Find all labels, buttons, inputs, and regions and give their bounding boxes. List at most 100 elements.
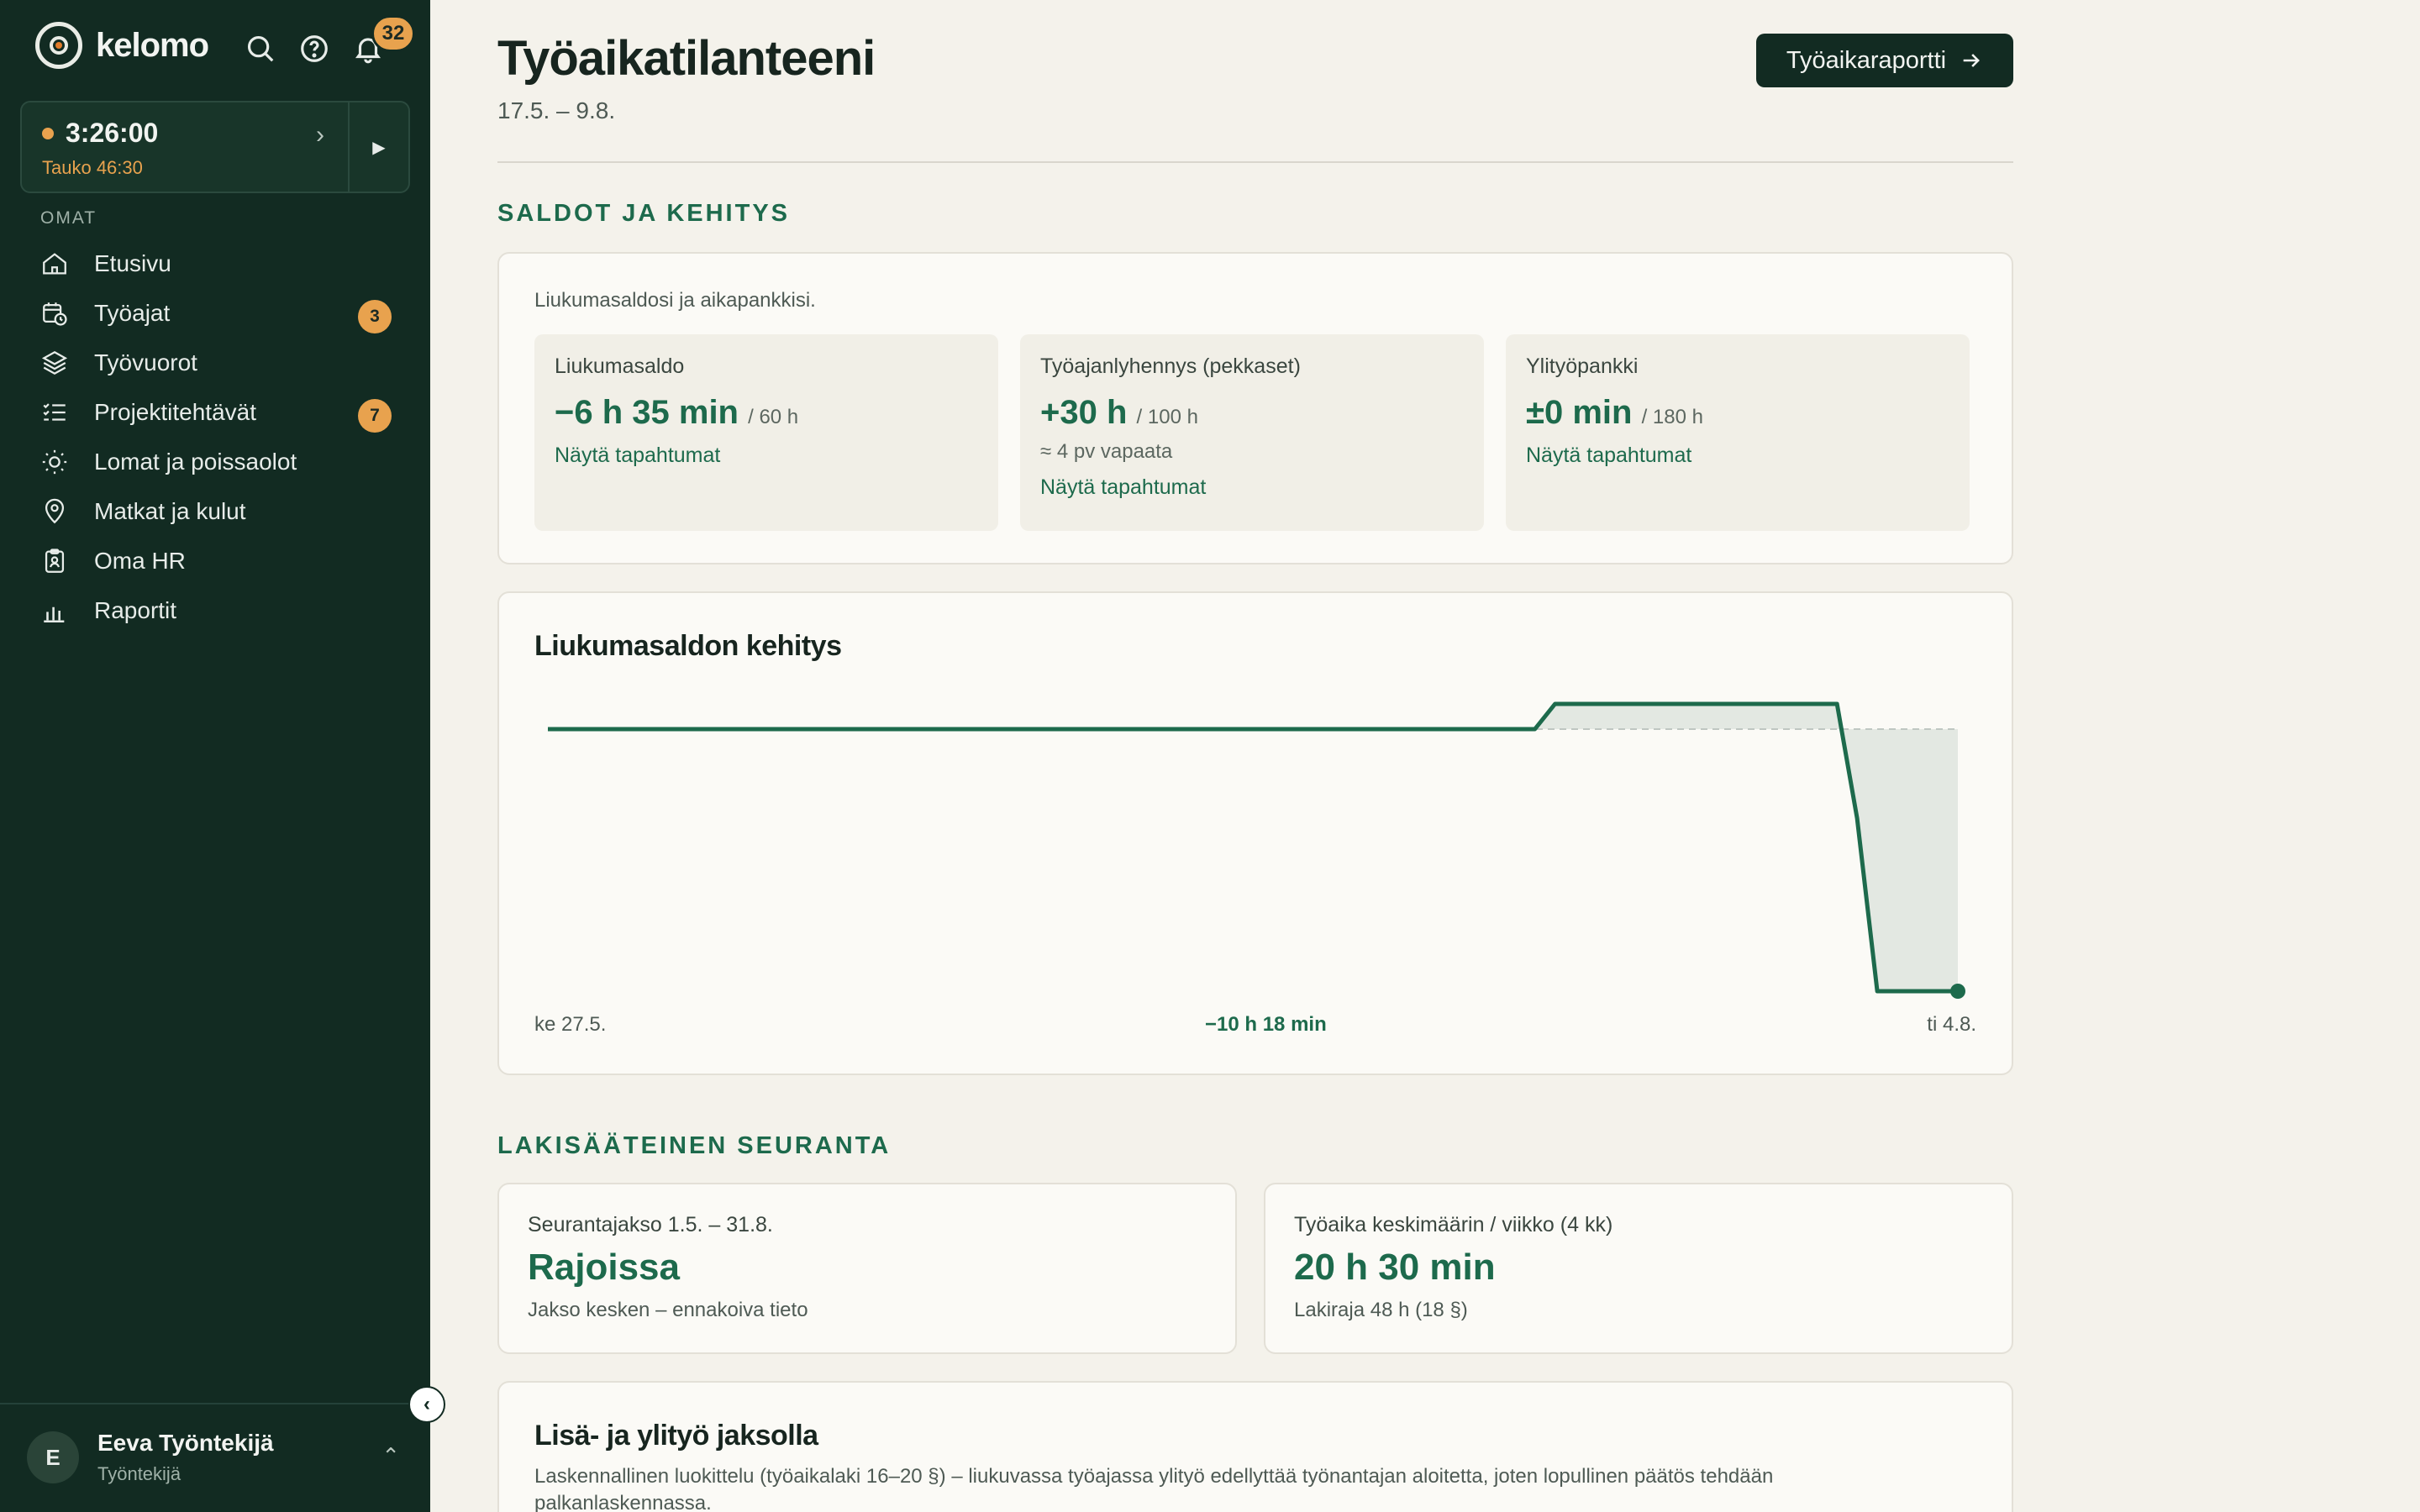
legal-period-label: Seurantajakso 1.5. – 31.8. bbox=[528, 1213, 773, 1236]
chart-area-fill bbox=[548, 704, 1958, 991]
stat-value: +30 h / 100 h bbox=[1040, 394, 1464, 432]
show-events-link[interactable]: Näytä tapahtumat bbox=[555, 444, 978, 468]
weekly-average-label: Työaika keskimäärin / viikko (4 kk) bbox=[1294, 1213, 1613, 1236]
sidebar-item-tyoajat[interactable]: Työajat 3 bbox=[20, 288, 410, 338]
count-badge: 3 bbox=[358, 300, 392, 333]
stat-value: ±0 min / 180 h bbox=[1526, 394, 1949, 432]
bell-icon[interactable]: 32 bbox=[351, 15, 415, 66]
stat-limit: / 60 h bbox=[748, 406, 799, 428]
sidebar-item-label: Työajat bbox=[94, 299, 171, 326]
weekly-average-note: Lakiraja 48 h (18 §) bbox=[1294, 1299, 1468, 1321]
stat-label: Ylityöpankki bbox=[1526, 354, 1639, 378]
stat-overtime-bank: Ylityöpankki ±0 min / 180 h Näytä tapaht… bbox=[1506, 334, 1970, 531]
sidebar-item-label: Työvuorot bbox=[94, 349, 197, 375]
sun-icon bbox=[40, 448, 69, 476]
page-title: Työaikatilanteeni bbox=[497, 31, 876, 86]
collapse-sidebar-button[interactable]: ‹ bbox=[408, 1386, 445, 1423]
chevron-right-icon: › bbox=[316, 121, 324, 149]
page-period: 17.5. – 9.8. bbox=[497, 97, 616, 123]
layers-icon bbox=[40, 349, 69, 377]
notification-count-badge: 32 bbox=[371, 15, 415, 52]
sidebar: kelomo 32 3:26:00 Tauko 46:30 › ▶ OMAT E… bbox=[0, 0, 430, 1512]
extra-work-description: Laskennallinen luokittelu (työaikalaki 1… bbox=[534, 1465, 1774, 1512]
help-icon[interactable] bbox=[297, 32, 331, 66]
clipboard-user-icon bbox=[40, 547, 69, 575]
sidebar-item-raportit[interactable]: Raportit bbox=[20, 585, 410, 635]
stat-value-number: −6 h 35 min bbox=[555, 394, 739, 431]
sidebar-item-oma-hr[interactable]: Oma HR bbox=[20, 536, 410, 585]
legal-period-note: Jakso kesken – ennakoiva tieto bbox=[528, 1299, 808, 1321]
stat-label: Työajanlyhennys (pekkaset) bbox=[1040, 354, 1301, 378]
flex-balance-chart-card: Liukumasaldon kehitys ke 27.5. −10 h 18 … bbox=[497, 591, 2013, 1075]
timer-details-button[interactable]: 3:26:00 Tauko 46:30 › bbox=[22, 102, 348, 192]
legal-period-status: Rajoissa bbox=[528, 1247, 680, 1288]
user-name: Eeva Työntekijä bbox=[97, 1430, 274, 1456]
brand-logo[interactable]: kelomo bbox=[35, 22, 209, 69]
work-report-button[interactable]: Työaikaraportti bbox=[1756, 34, 2013, 87]
sidebar-item-matkat[interactable]: Matkat ja kulut bbox=[20, 486, 410, 536]
search-icon[interactable] bbox=[244, 32, 277, 66]
section-heading-balances: SALDOT JA KEHITYS bbox=[497, 200, 791, 227]
timer-time: 3:26:00 bbox=[66, 118, 159, 148]
sidebar-nav: Etusivu Työajat 3 Työvuorot Projektiteht… bbox=[20, 239, 410, 635]
flex-balance-chart bbox=[548, 701, 1965, 999]
stat-limit: / 100 h bbox=[1136, 406, 1198, 428]
chart-current-point[interactable] bbox=[1950, 984, 1965, 999]
checklist-icon bbox=[40, 398, 69, 427]
home-icon bbox=[40, 249, 69, 278]
current-balance-label: −10 h 18 min bbox=[1205, 1013, 1327, 1036]
work-report-button-label: Työaikaraportti bbox=[1786, 46, 1947, 74]
show-events-link[interactable]: Näytä tapahtumat bbox=[1526, 444, 1949, 468]
timer-break: Tauko 46:30 bbox=[42, 157, 143, 178]
balances-intro: Liukumasaldosi ja aikapankkisi. bbox=[534, 289, 816, 312]
stat-limit: / 180 h bbox=[1641, 406, 1703, 428]
stat-value-number: ±0 min bbox=[1526, 394, 1633, 431]
chart-series-line bbox=[548, 701, 1958, 994]
sidebar-item-label: Projektitehtävät bbox=[94, 398, 256, 425]
section-heading-legal: LAKISÄÄTEINEN SEURANTA bbox=[497, 1132, 892, 1159]
header-divider bbox=[497, 161, 2013, 163]
sidebar-item-label: Lomat ja poissaolot bbox=[94, 448, 297, 475]
arrow-right-icon bbox=[1963, 54, 1981, 67]
sidebar-top-actions: 32 bbox=[244, 15, 415, 66]
stat-flex-balance: Liukumasaldo −6 h 35 min / 60 h Näytä ta… bbox=[534, 334, 998, 531]
avatar: E bbox=[27, 1431, 79, 1483]
stat-label: Liukumasaldo bbox=[555, 354, 685, 378]
sidebar-item-label: Matkat ja kulut bbox=[94, 497, 246, 524]
map-pin-icon bbox=[40, 497, 69, 526]
extra-work-card: Lisä- ja ylityö jaksolla Laskennallinen … bbox=[497, 1381, 2013, 1512]
stat-working-time-reduction: Työajanlyhennys (pekkaset) +30 h / 100 h… bbox=[1020, 334, 1484, 531]
count-badge: 7 bbox=[358, 399, 392, 433]
user-role: Työntekijä bbox=[97, 1463, 182, 1484]
sidebar-item-etusivu[interactable]: Etusivu bbox=[20, 239, 410, 288]
balances-card: Liukumasaldosi ja aikapankkisi. Liukumas… bbox=[497, 252, 2013, 564]
nav-section-label: OMAT bbox=[40, 208, 97, 228]
legal-period-card: Seurantajakso 1.5. – 31.8. Rajoissa Jaks… bbox=[497, 1183, 1237, 1354]
stat-value-number: +30 h bbox=[1040, 394, 1128, 431]
sidebar-item-label: Etusivu bbox=[94, 249, 171, 276]
stat-value: −6 h 35 min / 60 h bbox=[555, 394, 978, 432]
timer-status-dot bbox=[42, 127, 54, 139]
sidebar-item-label: Raportit bbox=[94, 596, 177, 623]
sidebar-item-lomat[interactable]: Lomat ja poissaolot bbox=[20, 437, 410, 486]
sidebar-item-tyovuorot[interactable]: Työvuorot bbox=[20, 338, 410, 387]
bar-chart-icon bbox=[40, 596, 69, 625]
weekly-average-value: 20 h 30 min bbox=[1294, 1247, 1496, 1288]
sidebar-item-label: Oma HR bbox=[94, 547, 186, 574]
chevron-up-icon: ⌃ bbox=[381, 1443, 400, 1468]
play-button[interactable]: ▶ bbox=[348, 102, 408, 192]
extra-work-title: Lisä- ja ylityö jaksolla bbox=[534, 1420, 818, 1452]
user-menu[interactable]: E Eeva Työntekijä Työntekijä ⌃ bbox=[0, 1403, 430, 1512]
sidebar-item-projektitehtavat[interactable]: Projektitehtävät 7 bbox=[20, 387, 410, 437]
calendar-clock-icon bbox=[40, 299, 69, 328]
x-axis-start-label: ke 27.5. bbox=[534, 1013, 607, 1036]
play-icon: ▶ bbox=[372, 138, 386, 157]
brand-name: kelomo bbox=[96, 26, 209, 64]
stat-extra: ≈ 4 pv vapaata bbox=[1040, 440, 1173, 463]
show-events-link[interactable]: Näytä tapahtumat bbox=[1040, 475, 1464, 500]
work-timer: 3:26:00 Tauko 46:30 › ▶ bbox=[20, 101, 410, 193]
weekly-average-card: Työaika keskimäärin / viikko (4 kk) 20 h… bbox=[1264, 1183, 2013, 1354]
main-content: Työaikatilanteeni 17.5. – 9.8. Työaikara… bbox=[430, 0, 2420, 1512]
chevron-left-icon: ‹ bbox=[424, 1393, 430, 1415]
x-axis-end-label: ti 4.8. bbox=[1927, 1013, 1976, 1036]
